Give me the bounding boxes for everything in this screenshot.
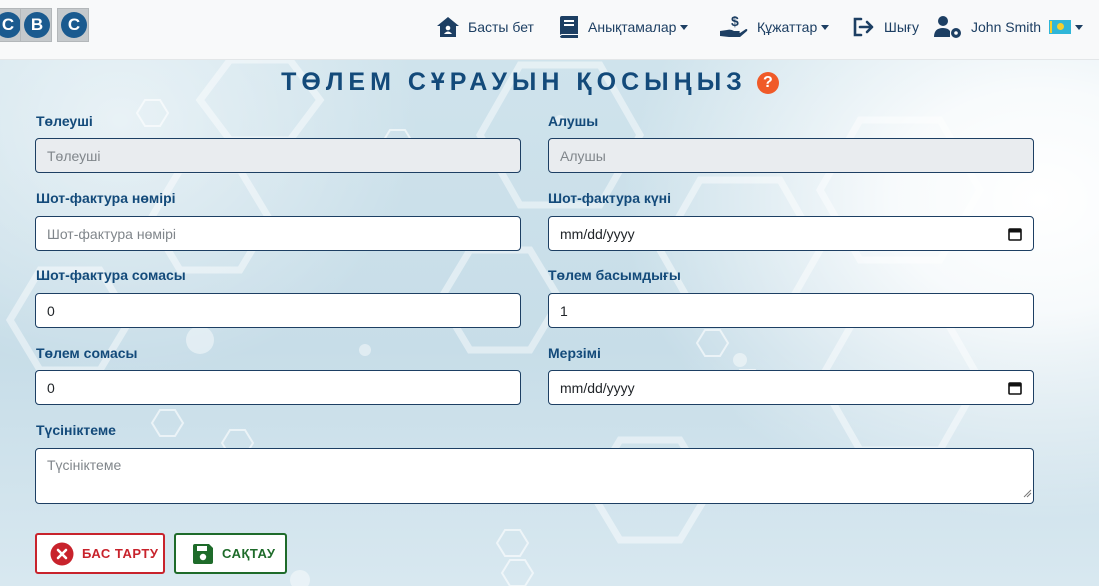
logout-icon bbox=[853, 17, 874, 37]
top-navbar: C B C Басты бет Анықтамалар $ Құжаттар Ш… bbox=[0, 0, 1099, 60]
deadline-label: Мерзімі bbox=[548, 345, 601, 361]
nav-logout[interactable]: Шығу bbox=[852, 12, 919, 42]
home-icon bbox=[437, 17, 459, 37]
chevron-down-icon bbox=[1075, 24, 1084, 30]
calendar-icon[interactable] bbox=[1008, 227, 1022, 241]
payment-amount-label: Төлем сомасы bbox=[36, 345, 138, 361]
payer-input[interactable] bbox=[35, 138, 521, 173]
cancel-button[interactable]: БАС ТАРТУ bbox=[35, 533, 165, 574]
page-header: ТӨЛЕМ СҰРАУЫН ҚОСЫҢЫЗ? bbox=[0, 68, 1060, 97]
nav-home-label: Басты бет bbox=[468, 19, 534, 35]
chevron-down-icon bbox=[680, 24, 689, 30]
invoice-number-input[interactable] bbox=[35, 216, 521, 251]
save-button[interactable]: САҚТАУ bbox=[174, 533, 287, 574]
calendar-icon[interactable] bbox=[1008, 381, 1022, 395]
invoice-date-value: mm/dd/yyyy bbox=[560, 225, 635, 242]
user-name: John Smith bbox=[971, 19, 1042, 35]
deadline-value: mm/dd/yyyy bbox=[560, 379, 635, 396]
nav-home[interactable]: Басты бет bbox=[436, 12, 534, 42]
hand-money-icon: $ bbox=[720, 14, 748, 37]
invoice-number-label: Шот-фактура нөмірі bbox=[36, 190, 176, 206]
nav-documents-label: Құжаттар bbox=[757, 19, 818, 35]
cbc-logo[interactable]: C B C bbox=[0, 8, 95, 42]
kazakhstan-flag-icon bbox=[1049, 20, 1072, 34]
page-title: ТӨЛЕМ СҰРАУЫН ҚОСЫҢЫЗ bbox=[281, 68, 747, 96]
payment-amount-value: 0 bbox=[47, 379, 55, 396]
svg-text:$: $ bbox=[731, 14, 739, 29]
user-settings-icon bbox=[934, 16, 961, 38]
save-button-label: САҚТАУ bbox=[222, 546, 276, 561]
recipient-input[interactable] bbox=[548, 138, 1034, 173]
invoice-amount-label: Шот-фактура сомасы bbox=[36, 267, 186, 283]
payer-label: Төлеуші bbox=[36, 113, 93, 129]
floppy-disk-icon bbox=[193, 543, 213, 564]
payment-priority-label: Төлем басымдығы bbox=[548, 267, 681, 283]
deadline-input[interactable]: mm/dd/yyyy bbox=[548, 370, 1034, 405]
nav-directories-label: Анықтамалар bbox=[588, 19, 677, 35]
invoice-amount-input[interactable]: 0 bbox=[35, 293, 521, 328]
invoice-date-input[interactable]: mm/dd/yyyy bbox=[548, 216, 1034, 251]
payment-amount-input[interactable]: 0 bbox=[35, 370, 521, 405]
nav-user-menu[interactable]: John Smith bbox=[933, 12, 1084, 42]
invoice-date-label: Шот-фактура күні bbox=[548, 190, 672, 206]
nav-directories[interactable]: Анықтамалар bbox=[558, 12, 689, 42]
book-icon bbox=[560, 16, 578, 38]
recipient-label: Алушы bbox=[548, 113, 599, 129]
logo-box-3: C bbox=[57, 8, 89, 42]
nav-logout-label: Шығу bbox=[884, 19, 919, 35]
payment-priority-value: 1 bbox=[560, 302, 568, 319]
comment-label: Түсініктеме bbox=[36, 422, 116, 438]
comment-textarea[interactable] bbox=[35, 448, 1034, 504]
logo-box-2: B bbox=[20, 8, 52, 42]
payment-priority-input[interactable]: 1 bbox=[548, 293, 1034, 328]
help-icon[interactable]: ? bbox=[756, 72, 779, 94]
cancel-button-label: БАС ТАРТУ bbox=[82, 546, 159, 561]
invoice-amount-value: 0 bbox=[47, 302, 55, 319]
cancel-icon bbox=[50, 542, 74, 565]
nav-documents[interactable]: $ Құжаттар bbox=[719, 12, 830, 42]
chevron-down-icon bbox=[821, 24, 830, 30]
resize-handle-icon[interactable] bbox=[1022, 488, 1032, 498]
